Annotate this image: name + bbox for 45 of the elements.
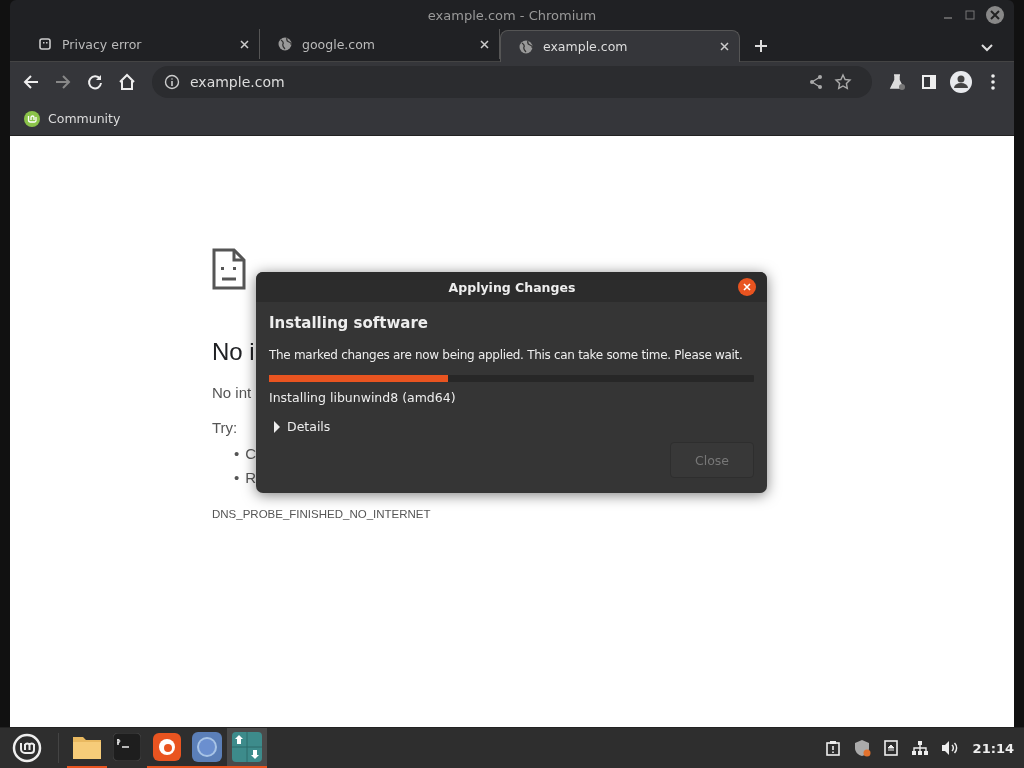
close-icon[interactable] (480, 39, 489, 49)
clock[interactable]: 21:14 (972, 740, 1014, 756)
error-code: DNS_PROBE_FINISHED_NO_INTERNET (212, 508, 431, 520)
browser-tab[interactable]: Privacy error (20, 29, 260, 59)
error-message: No int (212, 384, 252, 401)
leaf-icon (24, 110, 40, 127)
dialog-message: The marked changes are now being applied. This can take some time. Please wait. (269, 348, 743, 362)
bookmark-item[interactable]: Community (24, 110, 121, 127)
try-label: Try: (212, 419, 238, 436)
bullet-mark: • (234, 468, 240, 488)
new-tab-button[interactable] (754, 39, 768, 53)
star-icon[interactable] (834, 73, 852, 91)
shield-icon[interactable] (852, 739, 871, 757)
dialog-heading: Installing software (269, 314, 429, 332)
globe-icon (519, 39, 533, 54)
globe-icon (278, 37, 292, 51)
profile-avatar[interactable] (948, 69, 974, 95)
close-icon[interactable] (240, 39, 249, 49)
sad-page-icon (212, 248, 246, 290)
address-field[interactable]: example.com (152, 66, 872, 98)
status-text: Installing libunwind8 (amd64) (269, 390, 456, 405)
browser-tab[interactable]: google.com (260, 29, 500, 59)
caret-icon (273, 420, 281, 433)
reload-button[interactable] (86, 73, 104, 91)
maximize-button[interactable] (964, 9, 976, 21)
eject-icon[interactable] (882, 740, 899, 756)
update-manager-icon[interactable] (227, 727, 267, 768)
bullet-mark: • (234, 444, 240, 464)
info-icon (164, 74, 180, 90)
network-icon[interactable] (910, 740, 929, 756)
forward-button[interactable] (54, 73, 72, 91)
share-icon[interactable] (808, 74, 824, 90)
suggestion-item: R (245, 468, 257, 488)
details-expander[interactable]: Details (269, 419, 331, 434)
window-title: example.com - Chromium (426, 7, 598, 23)
suggestion-item: C (245, 444, 257, 464)
dialog-title: Applying Changes (447, 279, 577, 295)
clipboard-icon[interactable] (824, 740, 841, 756)
error-heading: No i (212, 338, 255, 366)
back-button[interactable] (22, 73, 40, 91)
volume-icon[interactable] (940, 740, 959, 756)
browser-tab[interactable]: example.com (500, 30, 740, 62)
page-icon (38, 37, 52, 51)
close-icon[interactable] (720, 42, 729, 51)
close-button[interactable] (738, 278, 756, 296)
